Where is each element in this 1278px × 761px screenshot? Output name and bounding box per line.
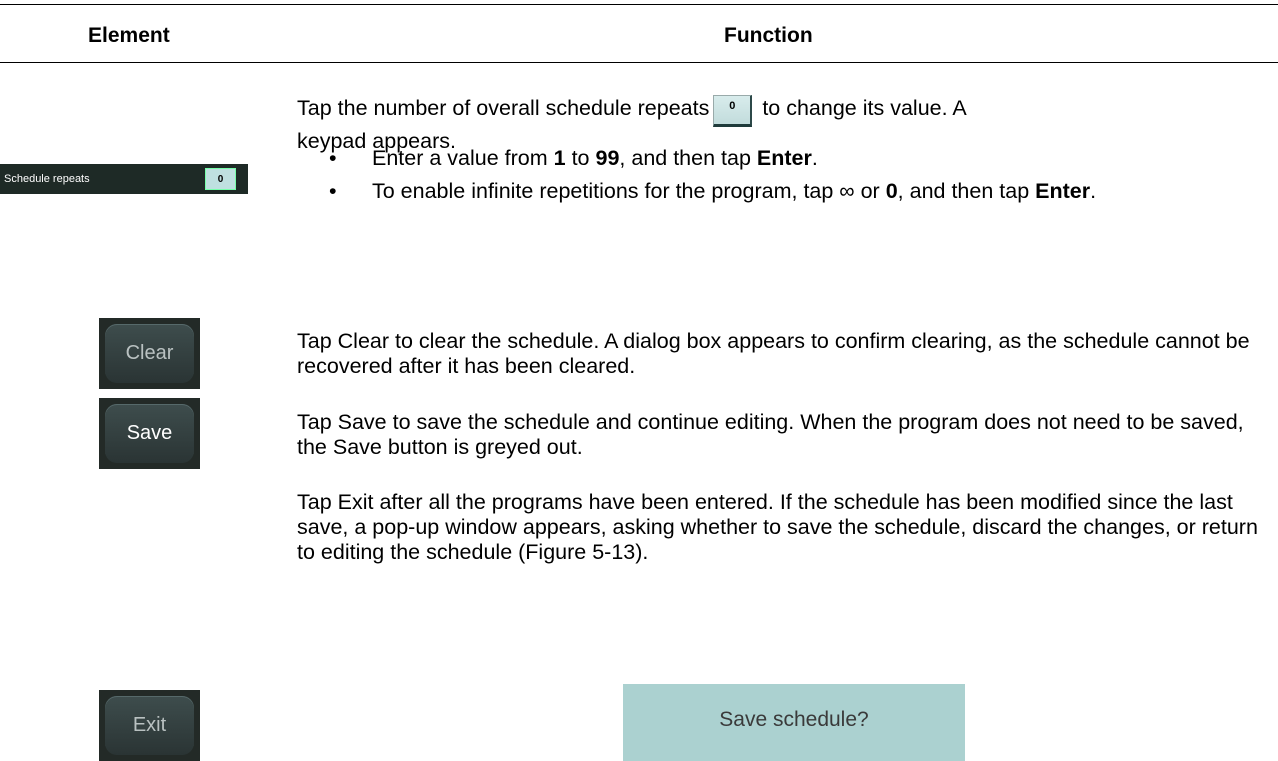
bullet-bold: Enter — [756, 146, 812, 170]
schedule-repeats-text-a: Tap the number of overall schedule repea… — [297, 96, 710, 120]
save-button[interactable]: Save — [105, 404, 194, 463]
bullet-text: , and then tap — [897, 179, 1036, 203]
bullet-bold: 99 — [595, 146, 620, 170]
bullet-text: Enter a value from — [372, 146, 554, 170]
bullet-bold: 1 — [553, 146, 566, 170]
clear-button-frame: Clear — [99, 318, 200, 389]
bullet-text: To enable infinite repetitions for the p… — [372, 179, 886, 203]
bullet-text: . — [811, 146, 818, 170]
schedule-repeats-widget: Schedule repeats 0 — [0, 164, 248, 194]
list-item: Enter a value from 1 to 99, and then tap… — [329, 145, 1269, 171]
save-description: Tap Save to save the schedule and contin… — [297, 410, 1244, 459]
exit-button-frame: Exit — [99, 690, 200, 761]
clear-button[interactable]: Clear — [105, 324, 194, 383]
schedule-repeats-text-b: to change its value. A — [756, 96, 967, 120]
bullet-text: . — [1090, 179, 1097, 203]
schedule-repeats-label: Schedule repeats — [4, 173, 90, 185]
exit-button[interactable]: Exit — [105, 696, 194, 755]
save-button-frame: Save — [99, 398, 200, 469]
repeats-value-box: 0 — [713, 95, 753, 127]
schedule-repeats-bullets: Enter a value from 1 to 99, and then tap… — [329, 145, 1269, 211]
table-header-rule — [0, 62, 1278, 63]
bullet-text: , and then tap — [619, 146, 757, 170]
column-header-element: Element — [88, 24, 170, 47]
schedule-repeats-value[interactable]: 0 — [205, 168, 236, 190]
exit-description: Tap Exit after all the programs have bee… — [297, 490, 1258, 564]
list-item: To enable infinite repetitions for the p… — [329, 178, 1269, 204]
bullet-bold: Enter — [1035, 179, 1091, 203]
bullet-text: to — [565, 146, 596, 170]
save-schedule-dialog: Save schedule? — [623, 684, 965, 761]
column-header-function: Function — [724, 24, 813, 47]
clear-description: Tap Clear to clear the schedule. A dialo… — [297, 329, 1250, 378]
bullet-bold: 0 — [885, 179, 898, 203]
table-top-rule — [0, 4, 1278, 5]
